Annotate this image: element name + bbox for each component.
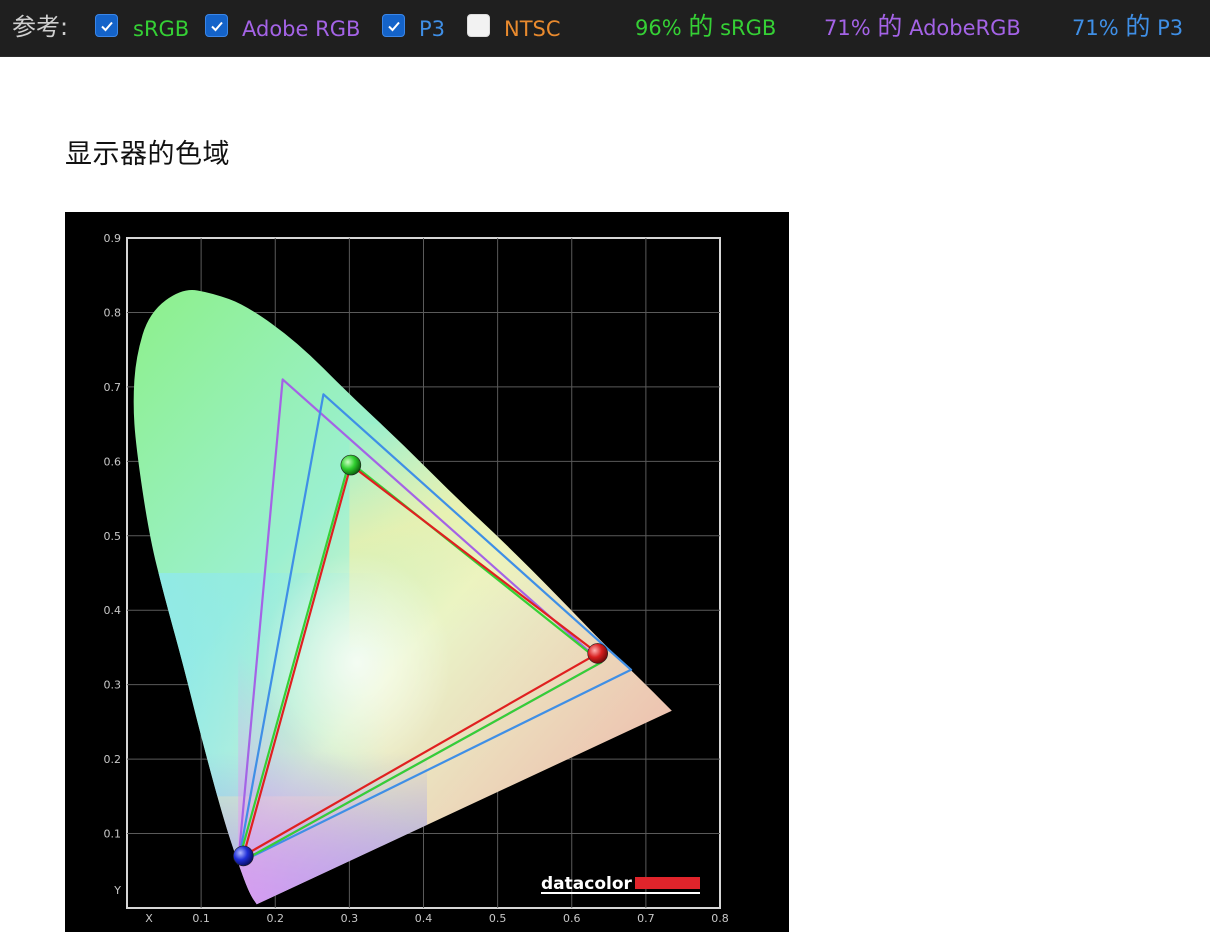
- y-tick-label: 0.2: [104, 753, 122, 766]
- white-point-glow: [261, 552, 452, 773]
- ntsc-checkbox[interactable]: [467, 14, 490, 37]
- p3-label[interactable]: P3: [419, 14, 445, 44]
- coverage-percent: 71%: [824, 16, 871, 40]
- coverage-percent: 71%: [1072, 16, 1119, 40]
- p3-coverage: 71% 的 P3: [1072, 12, 1183, 43]
- check-icon: [100, 21, 113, 31]
- gamut-chart: X 0.1 0.2 0.3 0.4 0.5 0.6 0.7 0.8 Y 0.1 0.2 0.3 0.4 0.…: [65, 212, 789, 932]
- x-tick-label: 0.6: [563, 912, 581, 925]
- toolbar: 参考: sRGB Adobe RGB P3 NTSC 96% 的 sRGB 71…: [0, 0, 1210, 57]
- y-tick-label: 0.5: [104, 530, 122, 543]
- y-tick-label: 0.6: [104, 455, 122, 468]
- x-tick-label: 0.7: [637, 912, 655, 925]
- y-tick-label: 0.4: [104, 604, 122, 617]
- check-icon: [387, 21, 400, 31]
- coverage-space: AdobeRGB: [909, 16, 1021, 40]
- ntsc-label[interactable]: NTSC: [504, 14, 561, 44]
- coverage-space: P3: [1157, 16, 1184, 40]
- x-tick-label: 0.8: [711, 912, 729, 925]
- srgb-coverage: 96% 的 sRGB: [635, 12, 776, 43]
- y-tick-label: 0.9: [104, 232, 122, 245]
- coverage-word: 的: [688, 12, 714, 41]
- x-tick-label: X: [145, 912, 153, 925]
- srgb-label[interactable]: sRGB: [133, 14, 189, 44]
- reference-label: 参考:: [12, 13, 69, 41]
- primary-point-blue: [233, 845, 254, 867]
- datacolor-brand-text: datacolor: [541, 874, 633, 894]
- coverage-word: 的: [877, 12, 903, 41]
- y-tick-label: 0.3: [104, 679, 122, 692]
- x-tick-label: 0.3: [341, 912, 359, 925]
- y-tick-label: Y: [113, 884, 121, 897]
- coverage-percent: 96%: [635, 16, 682, 40]
- y-tick-label: 0.8: [104, 306, 122, 319]
- spectral-locus-layer: [133, 290, 672, 905]
- primary-point-red: [587, 643, 608, 664]
- p3-checkbox[interactable]: [382, 14, 405, 37]
- gamut-chart-svg: X 0.1 0.2 0.3 0.4 0.5 0.6 0.7 0.8 Y 0.1 0.2 0.3 0.4 0.…: [104, 232, 729, 925]
- datacolor-logo: datacolor: [541, 874, 700, 894]
- y-tick-label: 0.1: [104, 828, 122, 841]
- coverage-space: sRGB: [720, 16, 777, 40]
- primary-point-green: [340, 454, 362, 476]
- x-tick-label: 0.5: [489, 912, 507, 925]
- y-tick-label: 0.7: [104, 381, 122, 394]
- x-tick-label: 0.4: [415, 912, 433, 925]
- check-icon: [210, 21, 223, 31]
- datacolor-underline: [541, 892, 700, 894]
- x-tick-label: 0.2: [267, 912, 285, 925]
- datacolor-brand-bar: [635, 877, 700, 889]
- coverage-word: 的: [1125, 12, 1151, 41]
- adobe-rgb-checkbox[interactable]: [205, 14, 228, 37]
- adobe-rgb-label[interactable]: Adobe RGB: [242, 14, 360, 44]
- page-title: 显示器的色域: [65, 139, 230, 170]
- x-tick-label: 0.1: [192, 912, 210, 925]
- srgb-checkbox[interactable]: [95, 14, 118, 37]
- adobe-rgb-coverage: 71% 的 AdobeRGB: [824, 12, 1021, 43]
